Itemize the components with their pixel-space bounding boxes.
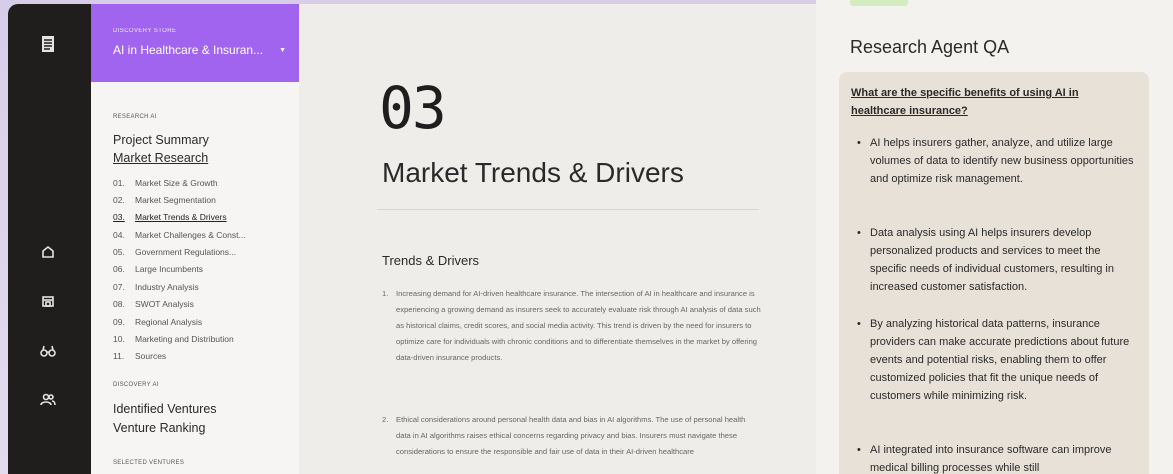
list-text: Ethical considerations around personal h… (396, 415, 746, 456)
bullet-text: Data analysis using AI helps insurers de… (870, 227, 1114, 293)
qa-bullet: • AI integrated into insurance software c… (857, 441, 1139, 474)
bullet-text: By analyzing historical data patterns, i… (870, 318, 1130, 402)
sidebar-item-swot[interactable]: 08. SWOT Analysis (113, 299, 194, 309)
item-num: 05. (113, 247, 125, 257)
item-num: 03. (113, 212, 125, 222)
item-label: Market Challenges & Const... (135, 230, 246, 240)
icon-rail (8, 4, 91, 474)
list-item: 1. Increasing demand for AI-driven healt… (382, 286, 762, 366)
item-num: 11. (113, 351, 125, 361)
section-number: 03 (379, 74, 447, 142)
research-ai-label: RESEARCH AI (113, 114, 157, 120)
bullet-dot: • (857, 444, 861, 456)
item-num: 08. (113, 299, 125, 309)
qa-title: Research Agent QA (850, 37, 1010, 57)
item-num: 06. (113, 264, 125, 274)
qa-bullet: • AI helps insurers gather, analyze, and … (857, 134, 1139, 188)
sidebar-item-incumbents[interactable]: 06. Large Incumbents (113, 264, 203, 274)
item-label: SWOT Analysis (135, 299, 194, 309)
sidebar-item-market-size[interactable]: 01. Market Size & Growth (113, 178, 218, 188)
item-label: Large Incumbents (135, 264, 204, 274)
nav-project-summary[interactable]: Project Summary (113, 133, 209, 147)
users-icon[interactable] (38, 390, 58, 410)
list-number: 2. (382, 415, 389, 424)
sidebar-item-marketing[interactable]: 10. Marketing and Distribution (113, 334, 234, 344)
store-icon[interactable] (38, 291, 58, 311)
home-icon[interactable] (38, 242, 58, 262)
discovery-ai-label: DISCOVERY AI (113, 382, 159, 388)
list-number: 1. (382, 289, 389, 298)
qa-bullet: • Data analysis using AI helps insurers d… (857, 224, 1139, 296)
sidebar-item-industry[interactable]: 07. Industry Analysis (113, 282, 199, 292)
store-select[interactable]: AI in Healthcare & Insuran... ▼ (113, 43, 286, 57)
nav-market-research[interactable]: Market Research (113, 151, 208, 165)
sidebar: DISCOVERY STORE AI in Healthcare & Insur… (91, 4, 299, 474)
bullet-dot: • (857, 318, 861, 330)
divider (377, 209, 759, 210)
bullet-dot: • (857, 227, 861, 239)
sidebar-item-regional[interactable]: 09. Regional Analysis (113, 317, 202, 327)
sidebar-item-regulations[interactable]: 05. Government Regulations... (113, 247, 236, 257)
item-num: 07. (113, 282, 125, 292)
qa-panel-container: Research Agent QA What are the specific … (816, 0, 1173, 474)
sidebar-item-challenges[interactable]: 04. Market Challenges & Const... (113, 230, 246, 240)
item-num: 01. (113, 178, 125, 188)
sidebar-item-segmentation[interactable]: 02. Market Segmentation (113, 195, 216, 205)
qa-question[interactable]: What are the specific benefits of using … (851, 84, 1131, 120)
chevron-down-icon: ▼ (279, 46, 286, 54)
sidebar-item-trends[interactable]: 03. Market Trends & Drivers (113, 212, 227, 222)
item-label: Market Segmentation (135, 195, 216, 205)
item-label: Industry Analysis (135, 282, 199, 292)
item-label: Sources (135, 351, 167, 361)
selected-ventures-label: SELECTED VENTURES (113, 460, 185, 466)
bullet-text: AI helps insurers gather, analyze, and u… (870, 137, 1134, 185)
item-label: Regional Analysis (135, 317, 203, 327)
item-label: Government Regulations... (135, 247, 237, 257)
sidebar-item-sources[interactable]: 11. Sources (113, 351, 166, 361)
item-label: Market Trends & Drivers (135, 212, 227, 222)
qa-bullet: • By analyzing historical data patterns, … (857, 315, 1139, 405)
item-num: 09. (113, 317, 125, 327)
store-label: DISCOVERY STORE (113, 28, 177, 34)
page-title: Market Trends & Drivers (382, 157, 684, 188)
bullet-text: AI integrated into insurance software ca… (870, 444, 1112, 474)
item-num: 04. (113, 230, 125, 240)
status-tag (850, 0, 908, 6)
qa-answer-card: What are the specific benefits of using … (839, 72, 1149, 474)
bullet-dot: • (857, 137, 861, 149)
document-icon[interactable] (38, 34, 58, 54)
item-num: 02. (113, 195, 125, 205)
section-heading: Trends & Drivers (382, 253, 480, 268)
item-label: Market Size & Growth (135, 178, 218, 188)
nav-identified-ventures[interactable]: Identified Ventures (113, 402, 217, 416)
item-label: Marketing and Distribution (135, 334, 234, 344)
binoculars-icon[interactable] (38, 341, 58, 361)
main-content: 03 Market Trends & Drivers Trends & Driv… (299, 4, 816, 474)
list-item: 2. Ethical considerations around persona… (382, 412, 762, 460)
item-num: 10. (113, 334, 125, 344)
app-window: DISCOVERY STORE AI in Healthcare & Insur… (8, 4, 816, 474)
store-selected-value: AI in Healthcare & Insuran... (113, 43, 264, 57)
discovery-store-panel: DISCOVERY STORE AI in Healthcare & Insur… (91, 4, 299, 82)
nav-venture-ranking[interactable]: Venture Ranking (113, 421, 205, 435)
list-text: Increasing demand for AI-driven healthca… (396, 289, 761, 362)
